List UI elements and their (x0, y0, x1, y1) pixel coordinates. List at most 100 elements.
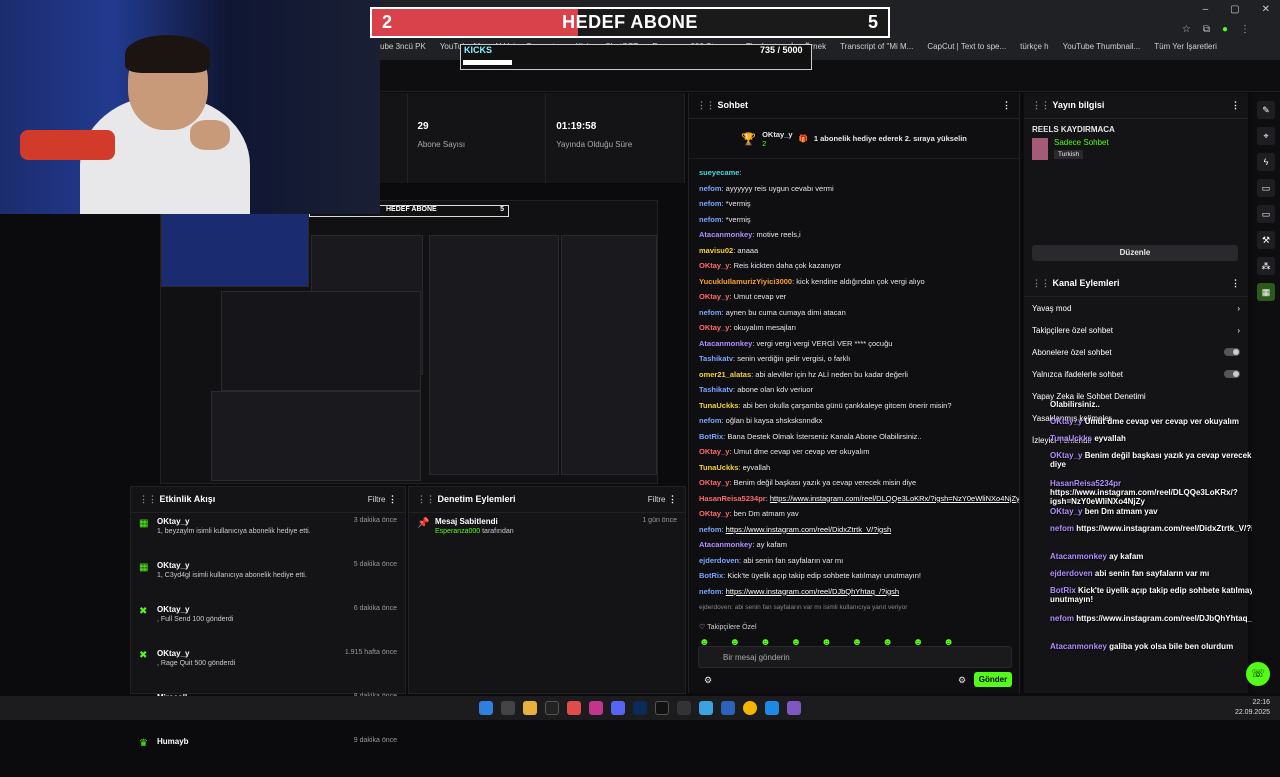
chat-username[interactable]: nefom (699, 199, 722, 208)
chat-message[interactable]: omer21_alatas: abi aleviller için hz ALİ… (689, 367, 1019, 383)
close-icon[interactable]: ✕ (1262, 4, 1270, 15)
chat-username[interactable]: nefom (699, 416, 722, 425)
moderation-filter-button[interactable]: Filtre (648, 495, 666, 504)
app-icon[interactable] (589, 701, 603, 715)
app-icon[interactable] (765, 701, 779, 715)
chat-username[interactable]: OKtay_y (699, 447, 729, 456)
chat-text[interactable]: https://www.instagram.com/reel/DJbQhYhta… (726, 587, 899, 596)
chat-message[interactable]: ejderdoven: abi senin fan sayfaların var… (689, 599, 1019, 616)
scan-icon[interactable]: ⌖ (1257, 127, 1275, 145)
chat-username[interactable]: nefom (699, 525, 722, 534)
more-icon[interactable]: ⋮ (668, 494, 677, 504)
chat-message[interactable]: nefom: *vermiş (689, 212, 1019, 228)
chat-username[interactable]: omer21_alatas (699, 370, 751, 379)
chat-message[interactable]: nefom: aynen bu cuma cumaya dimi atacan (689, 305, 1019, 321)
chat-username[interactable]: Atacanmonkey (699, 230, 752, 239)
chat-message[interactable]: mavisu02: anaaa (689, 243, 1019, 259)
chat-icon[interactable]: ▭ (1257, 179, 1275, 197)
chat-text[interactable]: https://www.instagram.com/reel/DidxZtrtk… (726, 525, 891, 534)
chat-message[interactable]: OKtay_y: Umut dme cevap ver cevap ver ok… (689, 444, 1019, 460)
chat-message[interactable]: Tashikatv: abone olan kdv veriuor (689, 382, 1019, 398)
grid-icon[interactable]: ▦ (1257, 283, 1275, 301)
toggle-switch[interactable] (1224, 348, 1240, 356)
chat-username[interactable]: Atacanmonkey (699, 339, 752, 348)
toggle-switch[interactable] (1224, 370, 1240, 378)
pinned-gift-banner[interactable]: 🏆 OKtay_y 2 🎁 1 abonelik hediye ederek 2.… (689, 119, 1019, 159)
app-icon[interactable] (787, 701, 801, 715)
chat-message[interactable]: TunaUckks: eyvallah (689, 460, 1019, 476)
chat-username[interactable]: nefom (699, 184, 722, 193)
app-icon[interactable] (699, 701, 713, 715)
chat-message[interactable]: nefom: https://www.instagram.com/reel/Di… (689, 522, 1019, 538)
chat-username[interactable]: Atacanmonkey (699, 619, 752, 620)
menu-icon[interactable]: ⋮ (1240, 24, 1250, 35)
bookmark-item[interactable]: Tüm Yer İşaretleri (1154, 42, 1217, 58)
app-icon[interactable] (721, 701, 735, 715)
nodes-icon[interactable]: ⁂ (1257, 257, 1275, 275)
chat-username[interactable]: OKtay_y (699, 509, 729, 518)
chat-message[interactable]: ejderdoven: abi senin fan sayfaların var… (689, 553, 1019, 569)
wrench-icon[interactable]: ⚒ (1257, 231, 1275, 249)
chat-username[interactable]: OKtay_y (699, 292, 729, 301)
chat-username[interactable]: BotRix (699, 571, 723, 580)
app-icon[interactable] (545, 701, 559, 715)
channel-action-item[interactable]: Abonelere özel sohbet (1024, 341, 1248, 363)
app-icon[interactable] (567, 701, 581, 715)
chat-message[interactable]: BotRix: Kick'te üyelik açıp takip edip s… (689, 568, 1019, 584)
extensions-icon[interactable]: ⧉ (1203, 24, 1210, 35)
chat-message[interactable]: OKtay_y: okuyalım mesajları (689, 320, 1019, 336)
more-icon[interactable]: ⋮ (1231, 278, 1240, 289)
chat-username[interactable]: sueyecame (699, 168, 739, 177)
chat-username[interactable]: OKtay_y (699, 323, 729, 332)
chat-message[interactable]: YucukluIlamurizYiyici3000: kick kendine … (689, 274, 1019, 290)
star-icon[interactable]: ☆ (1182, 24, 1191, 35)
chrome-icon[interactable] (743, 701, 757, 715)
chat-username[interactable]: OKtay_y (699, 478, 729, 487)
chat-username[interactable]: nefom (699, 308, 722, 317)
app-icon[interactable] (677, 701, 691, 715)
chat-message[interactable]: OKtay_y: Umut cevap ver (689, 289, 1019, 305)
chat-username[interactable]: Tashikatv (699, 385, 733, 394)
bookmark-item[interactable]: CapCut | Text to spe... (927, 42, 1006, 58)
search-icon[interactable] (501, 701, 515, 715)
maximize-icon[interactable]: ▢ (1230, 4, 1239, 15)
minimize-icon[interactable]: – (1203, 4, 1209, 15)
chat-message[interactable]: sueyecame: (689, 165, 1019, 181)
app-icon[interactable] (633, 701, 647, 715)
app-icon[interactable] (611, 701, 625, 715)
bookmark-item[interactable]: Transcript of "Mi M... (840, 42, 913, 58)
chat-username[interactable]: YucukluIlamurizYiyici3000 (699, 277, 792, 286)
bookmark-item[interactable]: türkçe h (1020, 42, 1048, 58)
app-icon[interactable] (655, 701, 669, 715)
bookmark-item[interactable]: YouTube Thumbnail... (1063, 42, 1141, 58)
chat-message[interactable]: BotRix: Bana Destek Olmak İsterseniz Kan… (689, 429, 1019, 445)
more-icon[interactable]: ⋮ (1231, 100, 1240, 111)
chat-username[interactable]: BotRix (699, 432, 723, 441)
chat-message[interactable]: nefom: oğlan bi kaysa shsksksnndkx (689, 413, 1019, 429)
chat-username[interactable]: Atacanmonkey (699, 540, 752, 549)
chat-message[interactable]: OKtay_y: ben Dm atmam yav (689, 506, 1019, 522)
help-icon[interactable]: ☏ (1246, 662, 1270, 686)
chat-username[interactable]: nefom (699, 587, 722, 596)
chat-username[interactable]: nefom (699, 215, 722, 224)
gear-icon[interactable]: ⚙ (958, 675, 966, 686)
chat-username[interactable]: HasanReisa5234pr (699, 494, 766, 503)
chat-message[interactable]: Atacanmonkey: ay kafam (689, 537, 1019, 553)
chat-message-input[interactable]: Bir mesaj gönderin (698, 646, 1012, 668)
chat-username[interactable]: TunaUckks (699, 401, 738, 410)
chat-message[interactable]: nefom: ayyyyyy reis uygun cevabı vermi (689, 181, 1019, 197)
bolt-icon[interactable]: ϟ (1257, 153, 1275, 171)
more-icon[interactable]: ⋮ (388, 494, 397, 504)
chat-username[interactable]: Tashikatv (699, 354, 733, 363)
more-icon[interactable]: ⋮ (1002, 100, 1011, 111)
stream-category[interactable]: Sadece Sohbet (1054, 138, 1109, 147)
channel-action-item[interactable]: Takipçilere özel sohbet › (1024, 319, 1248, 341)
chat-username[interactable]: ejderdoven (699, 556, 739, 565)
chat-username[interactable]: OKtay_y (699, 261, 729, 270)
activity-filter-button[interactable]: Filtre (368, 495, 386, 504)
chat-bubble-icon[interactable]: ▭ (1257, 205, 1275, 223)
chat-username[interactable]: mavisu02 (699, 246, 733, 255)
chat-message[interactable]: Atacanmonkey: motive reels,i (689, 227, 1019, 243)
chat-message[interactable]: Tashikatv: senin verdiğin gelir vergisi,… (689, 351, 1019, 367)
bookmark-item[interactable]: ube 3ncü PK (380, 42, 426, 58)
